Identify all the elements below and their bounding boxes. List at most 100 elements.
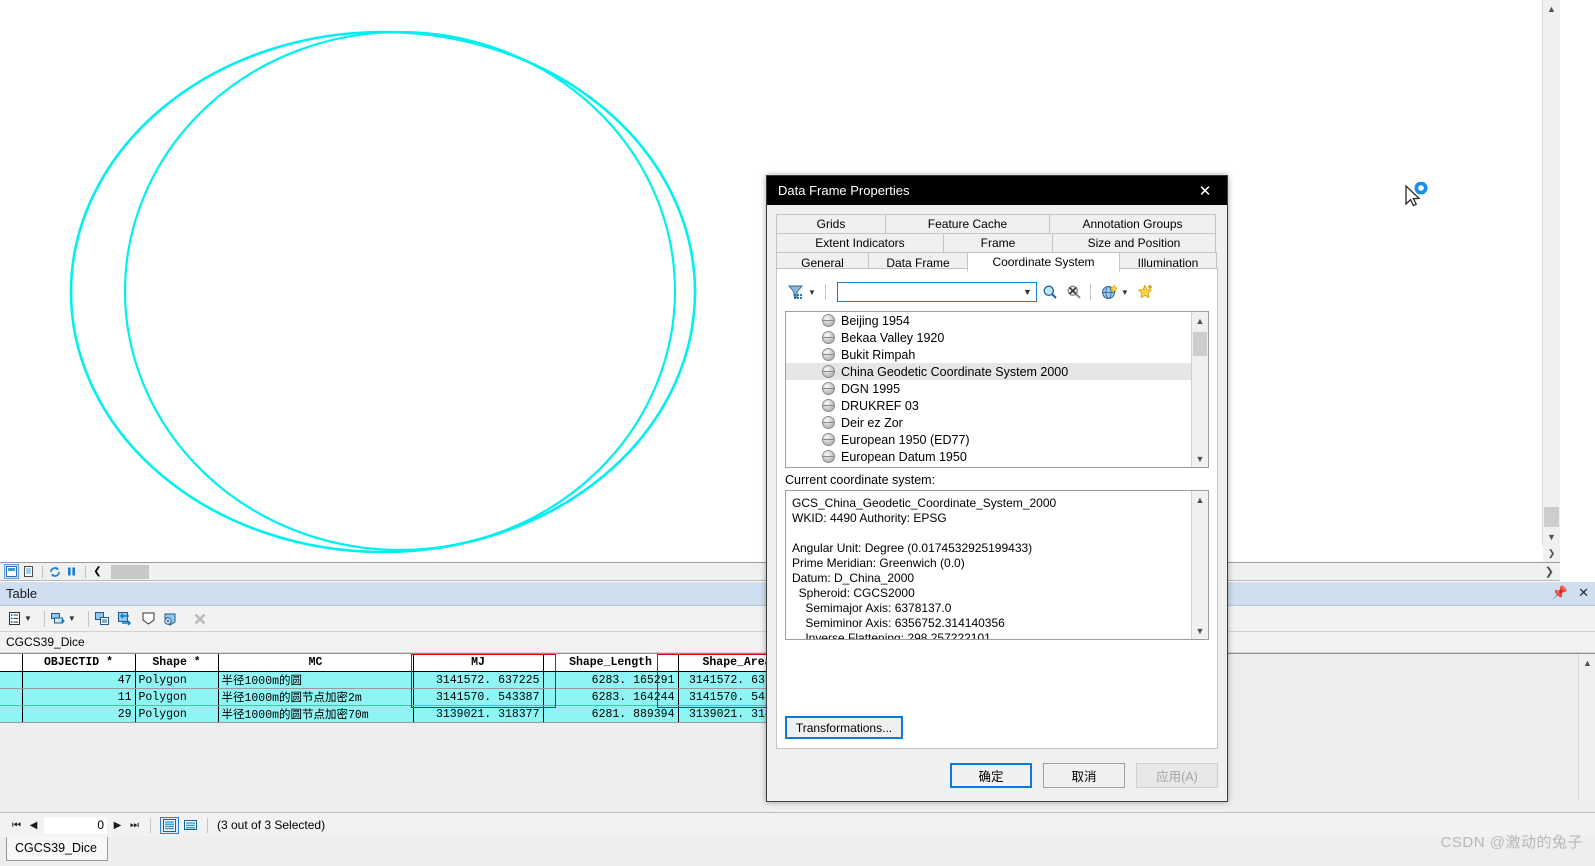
chevron-down-icon-2[interactable]: ▼ <box>68 614 76 623</box>
chevron-up-icon[interactable]: ▲ <box>1192 312 1208 329</box>
tab-frame[interactable]: Frame <box>943 233 1053 252</box>
list-item[interactable]: Deir ez Zor <box>786 414 1208 431</box>
cell-mc[interactable]: 半径1000m的圆 <box>218 671 414 689</box>
table-row[interactable]: 11 Polygon 半径1000m的圆节点加密2m 3141570. 5433… <box>0 688 797 706</box>
show-all-records-icon[interactable] <box>160 816 179 834</box>
tab-coordinate-system[interactable]: Coordinate System <box>967 252 1120 272</box>
record-number-input[interactable] <box>44 816 107 834</box>
cell-shape-length[interactable]: 6283. 165291 <box>543 671 679 689</box>
tab-extent-indicators[interactable]: Extent Indicators <box>776 233 944 252</box>
ok-button[interactable]: 确定 <box>950 762 1032 788</box>
details-vertical-scrollbar[interactable]: ▲ ▼ <box>1191 491 1208 639</box>
filter-icon[interactable] <box>785 282 807 302</box>
chevron-down-icon[interactable]: ▼ <box>24 614 32 623</box>
current-coordinate-system-box[interactable]: GCS_China_Geodetic_Coordinate_System_200… <box>785 490 1209 640</box>
tab-size-and-position[interactable]: Size and Position <box>1052 233 1216 252</box>
list-item[interactable]: Everest - Bangladesh <box>786 465 1208 468</box>
row-selector[interactable] <box>0 705 23 723</box>
last-record-icon[interactable]: ⏭ <box>126 817 143 834</box>
table-tab-strip[interactable]: CGCS39_Dice <box>0 837 1595 866</box>
grid-scroll-up-icon[interactable]: ▲ <box>1579 654 1595 671</box>
collapse-left-icon[interactable]: ❮ <box>90 564 105 579</box>
list-item[interactable]: DRUKREF 03 <box>786 397 1208 414</box>
cell-shape-length[interactable]: 6281. 889394 <box>543 705 679 723</box>
data-frame-properties-dialog[interactable]: Data Frame Properties ✕ Grids Feature Ca… <box>766 175 1228 802</box>
table-row[interactable]: 29 Polygon 半径1000m的圆节点加密70m 3139021. 318… <box>0 705 797 723</box>
column-header-mc[interactable]: MC <box>218 654 414 672</box>
list-item[interactable]: Bukit Rimpah <box>786 346 1208 363</box>
map-vertical-scrollbar[interactable]: ▲ ▼ <box>1542 0 1560 545</box>
map-expand-icon[interactable]: ❯ <box>1545 565 1554 578</box>
dialog-title-bar[interactable]: Data Frame Properties ✕ <box>767 176 1227 205</box>
search-input[interactable] <box>837 283 1015 301</box>
cell-shape[interactable]: Polygon <box>135 705 219 723</box>
select-all-header[interactable] <box>0 654 23 672</box>
cell-shape[interactable]: Polygon <box>135 671 219 689</box>
attribute-table[interactable]: OBJECTID * Shape * MC MJ Shape_Length Sh… <box>0 654 797 723</box>
cell-mj[interactable]: 3139021. 318377 <box>413 705 544 723</box>
layout-view-icon[interactable] <box>4 564 19 579</box>
search-combobox[interactable]: ▼ <box>836 282 1037 302</box>
close-icon[interactable]: ✕ <box>1183 176 1227 205</box>
cell-mc[interactable]: 半径1000m的圆节点加密70m <box>218 705 414 723</box>
column-header-shape[interactable]: Shape * <box>135 654 219 672</box>
cancel-button[interactable]: 取消 <box>1043 762 1125 788</box>
chevron-down-icon-search[interactable]: ▼ <box>1023 287 1032 297</box>
column-header-shape-length[interactable]: Shape_Length <box>543 654 679 672</box>
add-to-favorites-icon[interactable] <box>1135 282 1157 302</box>
row-selector[interactable] <box>0 688 23 706</box>
pause-icon[interactable] <box>64 564 79 579</box>
close-icon[interactable]: ✕ <box>1578 585 1589 601</box>
list-item[interactable]: DGN 1995 <box>786 380 1208 397</box>
coordinate-system-list[interactable]: Beijing 1954 Bekaa Valley 1920 Bukit Rim… <box>785 311 1209 468</box>
cell-objectid[interactable]: 11 <box>22 688 136 706</box>
related-tables-icon[interactable] <box>50 610 67 627</box>
clear-selection-icon[interactable] <box>140 610 157 627</box>
zoom-to-selected-icon[interactable] <box>163 610 180 627</box>
list-item[interactable]: Beijing 1954 <box>786 312 1208 329</box>
tab-grids[interactable]: Grids <box>776 214 886 233</box>
cell-mc[interactable]: 半径1000m的圆节点加密2m <box>218 688 414 706</box>
tab-feature-cache[interactable]: Feature Cache <box>885 214 1050 233</box>
chevron-up-icon[interactable]: ▲ <box>1192 491 1208 508</box>
cell-shape[interactable]: Polygon <box>135 688 219 706</box>
list-item[interactable]: Bekaa Valley 1920 <box>786 329 1208 346</box>
list-item[interactable]: European Datum 1950 <box>786 448 1208 465</box>
cell-objectid[interactable]: 47 <box>22 671 136 689</box>
chevron-down-icon[interactable]: ▼ <box>808 288 816 297</box>
delete-selection-icon[interactable] <box>192 610 209 627</box>
row-selector[interactable] <box>0 671 23 689</box>
chevron-down-icon-globe[interactable]: ▼ <box>1121 288 1129 297</box>
scrollbar-thumb[interactable] <box>1193 332 1207 356</box>
next-record-icon[interactable]: ▶ <box>109 817 126 834</box>
show-selected-records-icon[interactable] <box>181 817 200 834</box>
map-expand-right-icon[interactable]: ❯ <box>1543 545 1560 562</box>
table-status-bar[interactable]: ⏮ ◀ ▶ ⏭ (3 out of 3 Selected) <box>0 812 1595 837</box>
list-item-china-geodetic-coordinate-system-2000[interactable]: China Geodetic Coordinate System 2000 <box>786 363 1208 380</box>
list-item[interactable]: European 1950 (ED77) <box>786 431 1208 448</box>
grid-vertical-scrollbar[interactable]: ▲ <box>1578 654 1595 800</box>
pin-icon[interactable]: 📌 <box>1552 585 1568 601</box>
tab-annotation-groups[interactable]: Annotation Groups <box>1049 214 1216 233</box>
chevron-down-icon[interactable]: ▼ <box>1192 622 1208 639</box>
apply-button[interactable]: 应用(A) <box>1136 762 1218 788</box>
table-options-icon[interactable] <box>6 610 23 627</box>
coordinate-system-search-row[interactable]: ▼ ▼ ▼ <box>785 281 1209 303</box>
cell-shape-length[interactable]: 6283. 164244 <box>543 688 679 706</box>
chevron-down-icon[interactable]: ▼ <box>1192 450 1208 467</box>
switch-selection-icon[interactable] <box>117 610 134 627</box>
add-coordinate-system-icon[interactable] <box>1098 282 1120 302</box>
scrollbar-thumb[interactable] <box>1544 507 1559 527</box>
select-by-attributes-icon[interactable] <box>94 610 111 627</box>
list-vertical-scrollbar[interactable]: ▲ ▼ <box>1191 312 1208 467</box>
cell-objectid[interactable]: 29 <box>22 705 136 723</box>
search-icon[interactable] <box>1039 282 1061 302</box>
cell-mj[interactable]: 3141572. 637225 <box>413 671 544 689</box>
scroll-down-icon[interactable]: ▼ <box>1543 528 1560 545</box>
data-view-icon[interactable] <box>21 564 36 579</box>
scroll-up-icon[interactable]: ▲ <box>1543 0 1560 17</box>
table-row[interactable]: 47 Polygon 半径1000m的圆 3141572. 637225 628… <box>0 671 797 689</box>
dialog-tabs[interactable]: Grids Feature Cache Annotation Groups Ex… <box>776 214 1218 272</box>
table-tab-cgcs39-dice[interactable]: CGCS39_Dice <box>6 837 108 861</box>
first-record-icon[interactable]: ⏮ <box>8 817 25 834</box>
